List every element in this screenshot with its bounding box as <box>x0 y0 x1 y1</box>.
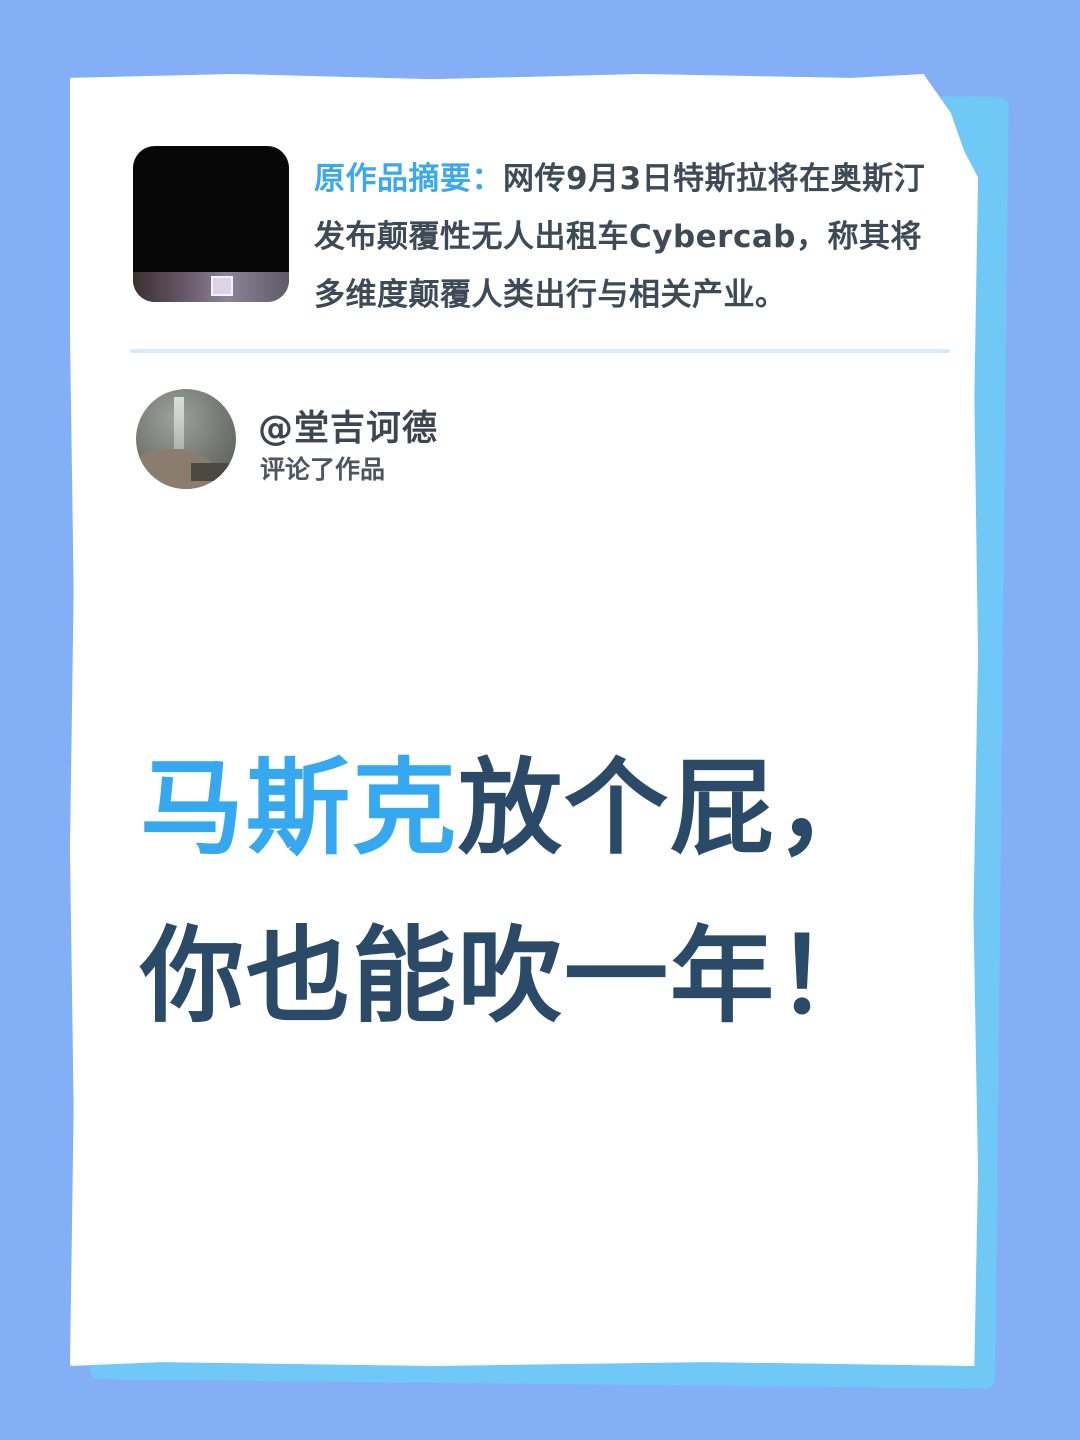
headline-line-1-rest: 放个屁， <box>458 747 883 869</box>
thumbnail-window-detail <box>211 276 233 296</box>
avatar-waterfall <box>174 397 184 449</box>
headline-line-1: 马斯克放个屁， <box>140 724 882 892</box>
original-work-thumbnail[interactable] <box>133 146 289 302</box>
summary-label: 原作品摘要： <box>314 161 503 197</box>
headline-highlight: 马斯克 <box>140 747 459 869</box>
comment-headline: 马斯克放个屁， 你也能吹一年！ <box>140 724 882 1060</box>
headline-line-2: 你也能吹一年！ <box>140 915 883 1037</box>
divider <box>130 349 950 353</box>
comment-action-text: 评论了作品 <box>260 455 386 484</box>
avatar[interactable] <box>136 389 236 489</box>
avatar-ground <box>191 463 236 481</box>
original-work-summary: 原作品摘要：网传9月3日特斯拉将在奥斯汀发布颠覆性无人出租车Cybercab，称… <box>314 150 944 324</box>
commenter-username[interactable]: @堂吉诃德 <box>258 400 438 451</box>
